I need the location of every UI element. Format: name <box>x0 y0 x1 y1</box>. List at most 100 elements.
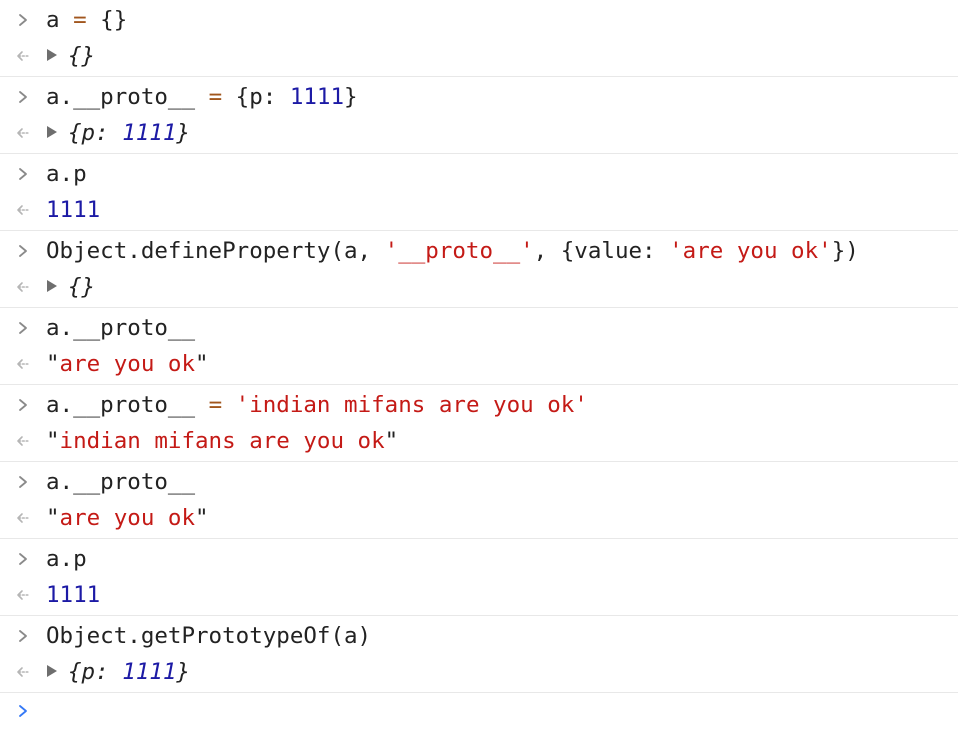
result-arrow-icon <box>12 192 34 228</box>
code-token: a.p <box>46 161 87 187</box>
console-input-line[interactable]: a = {} <box>0 2 958 38</box>
console-entry: a = {}{} <box>0 0 958 77</box>
code-token: , {value: <box>533 238 670 264</box>
console-entry: Object.defineProperty(a, '__proto__', {v… <box>0 231 958 308</box>
code-token: '__proto__' <box>384 238 534 264</box>
result-arrow-icon <box>12 346 34 382</box>
console-output-line: "indian mifans are you ok" <box>0 423 958 459</box>
code-token: a.__proto__ <box>46 315 196 341</box>
disclosure-triangle-icon[interactable] <box>46 48 68 62</box>
console-entry: a.p 1111 <box>0 539 958 616</box>
result-arrow-icon <box>12 38 34 74</box>
code-token: {} <box>86 7 128 33</box>
console-input-line[interactable]: a.__proto__ = {p: 1111} <box>0 79 958 115</box>
code-token: Object.defineProperty(a, <box>46 238 385 264</box>
code-token: 1111 <box>46 582 101 608</box>
result-arrow-icon <box>12 577 34 613</box>
code-token: }) <box>831 238 859 264</box>
console-output-value: 1111 <box>46 577 100 613</box>
code-token: are you ok <box>59 505 196 531</box>
console-input-code: Object.defineProperty(a, '__proto__', {v… <box>46 233 859 269</box>
console-input-line[interactable]: a.__proto__ <box>0 464 958 500</box>
code-token: {p: <box>222 84 290 110</box>
console-prompt-input[interactable] <box>0 693 958 733</box>
disclosure-triangle-icon[interactable] <box>46 125 68 139</box>
console-input-code: a.p <box>46 541 87 577</box>
console-input-line[interactable]: a.p <box>0 541 958 577</box>
console-entry: Object.getPrototypeOf(a) {p: 1111} <box>0 616 958 693</box>
console-input-line[interactable]: a.__proto__ <box>0 310 958 346</box>
console-input-code: a.__proto__ <box>46 310 195 346</box>
code-token: a.__proto__ <box>46 392 209 418</box>
console-input-code: a.__proto__ <box>46 464 195 500</box>
code-token: 1111 <box>122 659 177 685</box>
result-arrow-icon <box>12 654 34 690</box>
code-token: = <box>208 84 223 110</box>
code-token: a.__proto__ <box>46 84 209 110</box>
console-entry: a.__proto__ = 'indian mifans are you ok'… <box>0 385 958 462</box>
result-arrow-icon <box>12 500 34 536</box>
object-preview[interactable]: {p: 1111} <box>46 654 190 690</box>
console-input-line[interactable]: Object.defineProperty(a, '__proto__', {v… <box>0 233 958 269</box>
console-output-line: 1111 <box>0 577 958 613</box>
chevron-right-icon <box>12 541 34 577</box>
console-output-line[interactable]: {p: 1111} <box>0 115 958 151</box>
result-arrow-icon <box>12 269 34 305</box>
code-token: 1111 <box>122 120 177 146</box>
code-token: " <box>46 428 60 454</box>
chevron-right-icon <box>12 233 34 269</box>
chevron-right-icon <box>12 79 34 115</box>
code-token: " <box>46 505 60 531</box>
code-token: } <box>176 120 190 146</box>
console-entry: a.__proto__ "are you ok" <box>0 462 958 539</box>
console-input-line[interactable]: a.__proto__ = 'indian mifans are you ok' <box>0 387 958 423</box>
console-output-value: "indian mifans are you ok" <box>46 423 398 459</box>
chevron-right-icon <box>12 618 34 654</box>
console-output-line[interactable]: {} <box>0 38 958 74</box>
console-input-code: a.__proto__ = 'indian mifans are you ok' <box>46 387 588 423</box>
console-output-line[interactable]: {p: 1111} <box>0 654 958 690</box>
code-token: = <box>73 7 87 33</box>
console-entry: a.__proto__ = {p: 1111} {p: 1111} <box>0 77 958 154</box>
code-token: " <box>195 351 209 377</box>
code-token: {p: <box>68 659 123 685</box>
chevron-right-icon <box>12 156 34 192</box>
code-token: are you ok <box>59 351 196 377</box>
console-input-code: a.p <box>46 156 87 192</box>
chevron-right-icon <box>12 464 34 500</box>
code-token: a <box>46 7 74 33</box>
console-input-line[interactable]: Object.getPrototypeOf(a) <box>0 618 958 654</box>
object-preview[interactable]: {} <box>46 269 95 305</box>
console-input-code: Object.getPrototypeOf(a) <box>46 618 371 654</box>
console-panel: a = {}{} a.__proto__ = {p: 1111} {p: 1111}… <box>0 0 958 733</box>
code-token: a.p <box>46 546 87 572</box>
active-prompt-chevron-icon <box>12 693 34 729</box>
code-token: " <box>195 505 209 531</box>
console-output-line: "are you ok" <box>0 346 958 382</box>
chevron-right-icon <box>12 310 34 346</box>
code-token: = <box>208 392 223 418</box>
code-token: } <box>344 84 358 110</box>
console-input-code: a = {} <box>46 2 127 38</box>
code-token: } <box>176 659 190 685</box>
console-output-value: 1111 <box>46 192 100 228</box>
object-preview[interactable]: {} <box>46 38 95 74</box>
code-token: Object.getPrototypeOf(a) <box>46 623 372 649</box>
disclosure-triangle-icon[interactable] <box>46 664 68 678</box>
code-token: 'indian mifans are you ok' <box>235 392 588 418</box>
result-arrow-icon <box>12 423 34 459</box>
console-entry: a.__proto__ "are you ok" <box>0 308 958 385</box>
chevron-right-icon <box>12 387 34 423</box>
console-input-line[interactable]: a.p <box>0 156 958 192</box>
code-token: " <box>384 428 399 454</box>
code-token: 1111 <box>46 197 101 223</box>
console-output-line[interactable]: {} <box>0 269 958 305</box>
code-token: 'are you ok' <box>669 238 832 264</box>
console-output-line: "are you ok" <box>0 500 958 536</box>
console-output-value: "are you ok" <box>46 346 209 382</box>
code-token: 1111 <box>289 84 345 110</box>
object-preview[interactable]: {p: 1111} <box>46 115 190 151</box>
result-arrow-icon <box>12 115 34 151</box>
disclosure-triangle-icon[interactable] <box>46 279 68 293</box>
code-token: {p: <box>68 120 123 146</box>
